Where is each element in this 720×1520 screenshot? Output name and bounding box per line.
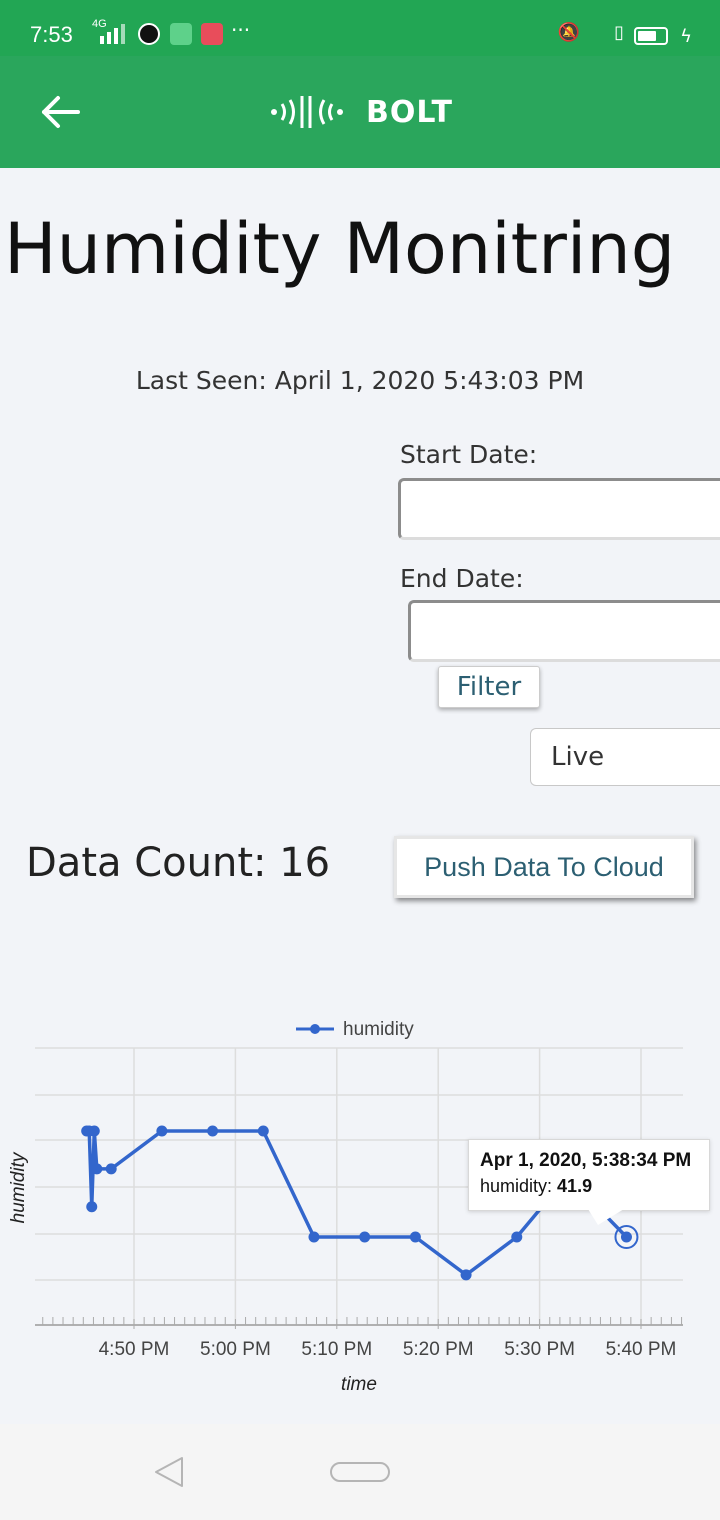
data-point: [86, 1201, 98, 1213]
data-point: [620, 1231, 632, 1243]
end-date-label: End Date:: [400, 564, 524, 593]
bolt-logo: BOLT: [268, 90, 453, 134]
app-bar: BOLT: [0, 56, 720, 168]
status-bar: 7:53 4G ··· 🔕 ▯ ϟ: [0, 0, 720, 56]
vibrate-icon: ▯: [614, 22, 624, 43]
more-notifications-icon: ···: [231, 18, 251, 42]
status-time: 7:53: [30, 22, 73, 47]
logo-text: BOLT: [366, 94, 453, 130]
data-point: [207, 1125, 219, 1137]
battery-icon: [634, 27, 668, 45]
data-point: [88, 1125, 100, 1137]
y-axis-label: humidity: [8, 1151, 29, 1223]
back-arrow-icon[interactable]: [36, 86, 88, 138]
x-tick-label: 4:50 PM: [99, 1339, 170, 1360]
nav-back-icon[interactable]: [152, 1454, 188, 1490]
x-tick-label: 5:30 PM: [504, 1339, 575, 1360]
x-tick-label: 5:10 PM: [301, 1339, 372, 1360]
charging-icon: ϟ: [680, 26, 692, 47]
chart-tooltip: Apr 1, 2020, 5:38:34 PM humidity: 41.9: [468, 1139, 710, 1211]
data-point: [359, 1231, 371, 1243]
tooltip-title: Apr 1, 2020, 5:38:34 PM: [480, 1150, 692, 1171]
last-seen-text: Last Seen: April 1, 2020 5:43:03 PM: [135, 366, 585, 395]
page-title: Humidity Monitring: [4, 208, 676, 290]
data-point: [91, 1163, 103, 1175]
tooltip-value: 41.9: [557, 1176, 593, 1196]
filter-button[interactable]: Filter: [438, 666, 540, 708]
nav-home-icon[interactable]: [330, 1462, 390, 1482]
x-tick-label: 5:00 PM: [200, 1339, 271, 1360]
legend-label: humidity: [343, 1019, 414, 1040]
start-date-input[interactable]: [398, 478, 720, 540]
data-point: [308, 1231, 320, 1243]
mute-icon: 🔕: [557, 22, 580, 43]
x-tick-label: 5:20 PM: [403, 1339, 474, 1360]
bolt-waves-icon: [271, 96, 343, 128]
tooltip-body: humidity: 41.9: [480, 1176, 709, 1197]
start-date-label: Start Date:: [400, 440, 538, 469]
x-tick-label: 5:40 PM: [606, 1339, 677, 1360]
x-axis-label: time: [341, 1374, 377, 1395]
mode-select[interactable]: Live: [530, 728, 720, 786]
tooltip-pointer: [588, 1209, 624, 1225]
data-point: [409, 1231, 421, 1243]
app-notification-icon: [201, 23, 223, 45]
signal-icon: [100, 24, 125, 44]
data-point: [511, 1231, 523, 1243]
app-notification-icon: [170, 23, 192, 45]
legend-marker: [310, 1024, 320, 1034]
data-point: [460, 1269, 472, 1281]
app-notification-icon: [138, 23, 160, 45]
mode-select-value: Live: [551, 742, 605, 772]
system-nav-bar: [0, 1424, 720, 1520]
tooltip-series-label: humidity:: [480, 1176, 553, 1196]
data-point: [257, 1125, 269, 1137]
data-point: [105, 1163, 117, 1175]
data-count-text: Data Count: 16: [26, 840, 331, 886]
data-point: [156, 1125, 168, 1137]
push-data-to-cloud-button[interactable]: Push Data To Cloud: [394, 836, 694, 898]
end-date-input[interactable]: [408, 600, 720, 662]
